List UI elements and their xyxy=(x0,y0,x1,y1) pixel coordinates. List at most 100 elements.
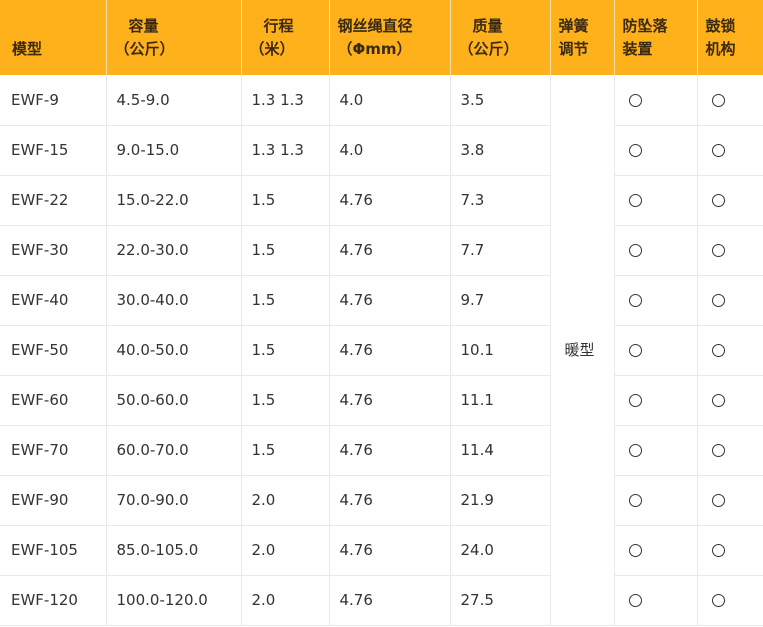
table-row: EWF-22 15.0-22.0 1.5 4.76 7.3 xyxy=(0,175,763,226)
circle-mark-icon xyxy=(711,544,725,557)
cell-mass: 7.7 xyxy=(450,225,551,276)
cell-wire-diameter: 4.0 xyxy=(329,125,451,176)
cell-anti-fall-device xyxy=(614,175,698,226)
cell-anti-fall-device xyxy=(614,225,698,276)
cell-model: EWF-50 xyxy=(0,325,107,376)
cell-anti-fall-device xyxy=(614,425,698,476)
circle-mark-icon xyxy=(628,594,642,607)
cell-mass: 27.5 xyxy=(450,575,551,626)
cell-drum-lock xyxy=(697,275,763,326)
cell-anti-fall-device xyxy=(614,575,698,626)
cell-stroke: 1.5 xyxy=(241,225,330,276)
header-capacity: 容量 （公斤） xyxy=(106,0,242,75)
cell-capacity: 9.0-15.0 xyxy=(106,125,242,176)
cell-drum-lock xyxy=(697,175,763,226)
cell-anti-fall-device xyxy=(614,125,698,176)
cell-mass: 10.1 xyxy=(450,325,551,376)
cell-mass: 11.4 xyxy=(450,425,551,476)
circle-mark-icon xyxy=(711,394,725,407)
cell-model: EWF-60 xyxy=(0,375,107,426)
cell-stroke: 2.0 xyxy=(241,475,330,526)
cell-stroke: 1.5 xyxy=(241,425,330,476)
cell-wire-diameter: 4.76 xyxy=(329,575,451,626)
cell-model: EWF-120 xyxy=(0,575,107,626)
cell-wire-diameter: 4.0 xyxy=(329,75,451,126)
header-anti-fall-device: 防坠落 装置 xyxy=(614,0,698,75)
cell-stroke: 1.3 1.3 xyxy=(241,75,330,126)
cell-anti-fall-device xyxy=(614,525,698,576)
circle-mark-icon xyxy=(628,544,642,557)
circle-mark-icon xyxy=(711,594,725,607)
cell-drum-lock xyxy=(697,375,763,426)
cell-model: EWF-9 xyxy=(0,75,107,126)
circle-mark-icon xyxy=(628,93,642,107)
cell-model: EWF-15 xyxy=(0,125,107,176)
cell-capacity: 70.0-90.0 xyxy=(106,475,242,526)
spec-table: 模型 容量 （公斤） 行程 （米） 钢丝绳直径 （Φmm） 质量 （公斤） 弹簧… xyxy=(0,0,763,626)
circle-mark-icon xyxy=(711,344,725,357)
circle-mark-icon xyxy=(711,244,725,257)
cell-mass: 3.8 xyxy=(450,125,551,176)
circle-mark-icon xyxy=(711,294,725,307)
cell-drum-lock xyxy=(697,475,763,526)
cell-capacity: 100.0-120.0 xyxy=(106,575,242,626)
circle-mark-icon xyxy=(628,494,642,507)
header-model: 模型 xyxy=(0,0,107,75)
cell-stroke: 1.5 xyxy=(241,175,330,226)
cell-mass: 3.5 xyxy=(450,75,551,126)
cell-capacity: 22.0-30.0 xyxy=(106,225,242,276)
circle-mark-icon xyxy=(628,444,642,457)
cell-anti-fall-device xyxy=(614,375,698,426)
cell-stroke: 1.3 1.3 xyxy=(241,125,330,176)
cell-mass: 9.7 xyxy=(450,275,551,326)
cell-stroke: 1.5 xyxy=(241,325,330,376)
cell-capacity: 30.0-40.0 xyxy=(106,275,242,326)
cell-wire-diameter: 4.76 xyxy=(329,275,451,326)
cell-drum-lock xyxy=(697,425,763,476)
cell-wire-diameter: 4.76 xyxy=(329,425,451,476)
cell-drum-lock xyxy=(697,325,763,376)
cell-drum-lock xyxy=(697,525,763,576)
circle-mark-icon xyxy=(628,194,642,207)
cell-stroke: 1.5 xyxy=(241,375,330,426)
cell-wire-diameter: 4.76 xyxy=(329,175,451,226)
table-header: 模型 容量 （公斤） 行程 （米） 钢丝绳直径 （Φmm） 质量 （公斤） 弹簧… xyxy=(0,0,763,75)
table-row: EWF-15 9.0-15.0 1.3 1.3 4.0 3.8 xyxy=(0,125,763,176)
cell-mass: 24.0 xyxy=(450,525,551,576)
table-row: EWF-30 22.0-30.0 1.5 4.76 7.7 xyxy=(0,225,763,276)
cell-anti-fall-device xyxy=(614,325,698,376)
circle-mark-icon xyxy=(711,93,725,107)
cell-model: EWF-22 xyxy=(0,175,107,226)
cell-wire-diameter: 4.76 xyxy=(329,225,451,276)
header-drum-lock: 鼓锁 机构 xyxy=(697,0,763,75)
cell-capacity: 4.5-9.0 xyxy=(106,75,242,126)
header-wire-diameter: 钢丝绳直径 （Φmm） xyxy=(329,0,451,75)
table-row: EWF-9 4.5-9.0 1.3 1.3 4.0 3.5 暖型 xyxy=(0,75,763,626)
cell-stroke: 2.0 xyxy=(241,575,330,626)
table-row: EWF-50 40.0-50.0 1.5 4.76 10.1 xyxy=(0,325,763,376)
cell-capacity: 60.0-70.0 xyxy=(106,425,242,476)
cell-model: EWF-90 xyxy=(0,475,107,526)
header-spring-adjustment: 弹簧 调节 xyxy=(550,0,615,75)
cell-model: EWF-40 xyxy=(0,275,107,326)
cell-anti-fall-device xyxy=(614,475,698,526)
circle-mark-icon xyxy=(711,194,725,207)
cell-model: EWF-70 xyxy=(0,425,107,476)
cell-stroke: 1.5 xyxy=(241,275,330,326)
cell-drum-lock xyxy=(697,575,763,626)
cell-spring-adjustment: 暖型 xyxy=(550,75,615,626)
circle-mark-icon xyxy=(628,344,642,357)
circle-mark-icon xyxy=(711,444,725,457)
cell-wire-diameter: 4.76 xyxy=(329,525,451,576)
cell-capacity: 40.0-50.0 xyxy=(106,325,242,376)
header-row: 模型 容量 （公斤） 行程 （米） 钢丝绳直径 （Φmm） 质量 （公斤） 弹簧… xyxy=(0,0,763,75)
header-stroke: 行程 （米） xyxy=(241,0,330,75)
cell-drum-lock xyxy=(697,225,763,276)
cell-capacity: 15.0-22.0 xyxy=(106,175,242,226)
circle-mark-icon xyxy=(711,494,725,507)
table-row: EWF-60 50.0-60.0 1.5 4.76 11.1 xyxy=(0,375,763,426)
cell-model: EWF-105 xyxy=(0,525,107,576)
table-body: EWF-9 4.5-9.0 1.3 1.3 4.0 3.5 暖型 EWF-15 9.0-15.… xyxy=(0,75,763,626)
cell-drum-lock xyxy=(697,75,763,126)
circle-mark-icon xyxy=(628,394,642,407)
